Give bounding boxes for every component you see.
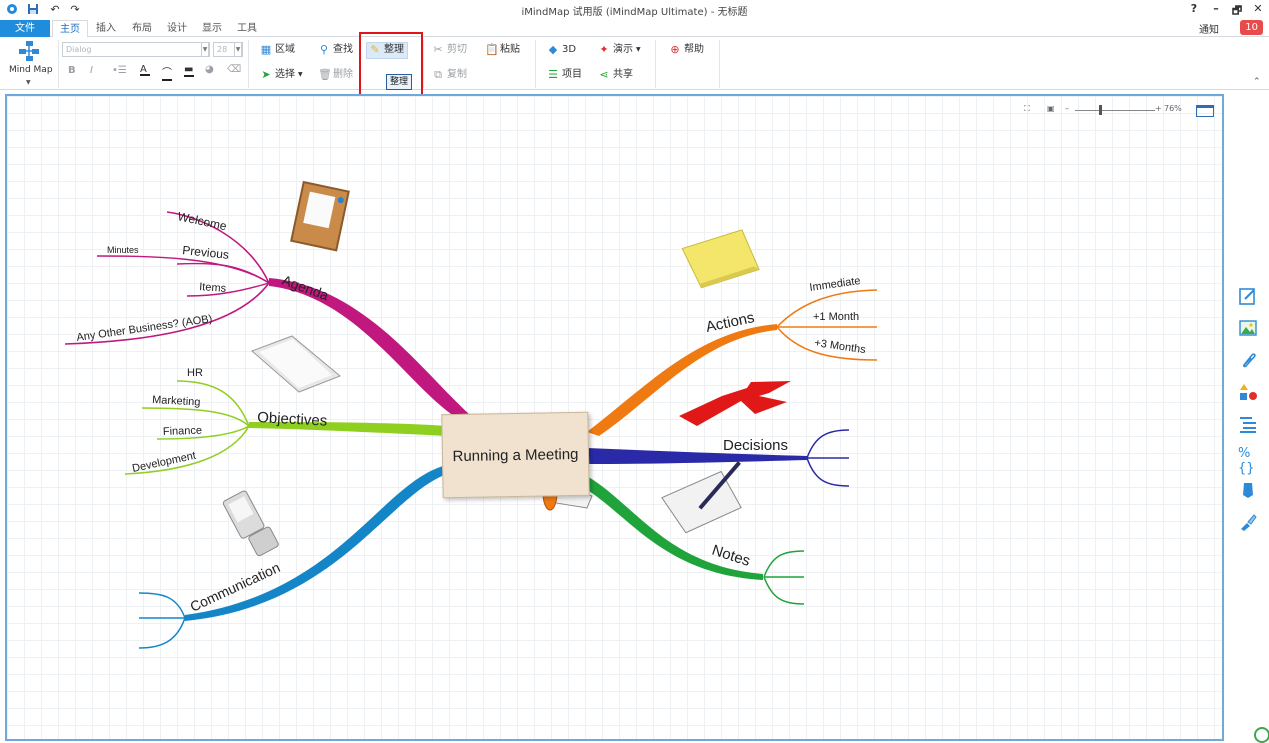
clipboard-icon: 📋	[485, 43, 499, 56]
agenda-item-items[interactable]: Items	[199, 281, 227, 295]
tab-home[interactable]: 主页	[52, 20, 88, 38]
objective-item-marketing[interactable]: Marketing	[152, 394, 201, 409]
agenda-item-welcome[interactable]: Welcome	[176, 209, 228, 233]
sticky-note-image[interactable]	[681, 228, 761, 290]
ribbon-toolbar: Mind Map ▼ Dialog ▼ 28 ▼ B I •☰ A ⌒ ▬ ◕ …	[0, 37, 1269, 90]
cut-button[interactable]: ✂ 剪切	[432, 41, 467, 59]
mindmap-button[interactable]: Mind Map	[9, 61, 53, 79]
formula-icon[interactable]: %{}	[1238, 446, 1258, 476]
tab-design[interactable]: 设计	[163, 20, 191, 37]
outline-list-icon[interactable]	[1238, 414, 1258, 434]
action-item-one-month[interactable]: +1 Month	[813, 311, 859, 323]
notepad-pen-image[interactable]	[658, 461, 753, 536]
objective-item-finance[interactable]: Finance	[163, 425, 203, 438]
find-button[interactable]: ⚲ 查找	[318, 41, 353, 59]
agenda-label[interactable]: Agenda	[280, 272, 331, 304]
central-topic-label: Running a Meeting	[452, 445, 579, 466]
paint-brush-icon[interactable]	[1238, 512, 1258, 532]
window-title: iMindMap 试用版 (iMindMap Ultimate) - 无标题	[521, 7, 748, 18]
tab-layout[interactable]: 布局	[128, 20, 156, 37]
collapse-ribbon-icon[interactable]: ⌃	[1253, 77, 1261, 87]
copy-button[interactable]: ⧉ 复制	[432, 66, 467, 84]
shapes-icon[interactable]	[1238, 382, 1258, 402]
project-icon: ☰	[548, 68, 558, 81]
italic-icon[interactable]: I	[90, 65, 93, 76]
restore-button[interactable]: 🗗	[1229, 2, 1245, 17]
area-button[interactable]: ▦ 区域	[260, 41, 295, 59]
zoom-slider-track[interactable]	[1075, 110, 1155, 111]
align-icon[interactable]: •☰	[112, 65, 127, 76]
font-name-dropdown-icon[interactable]: ▼	[201, 42, 209, 57]
tab-view[interactable]: 显示	[198, 20, 226, 37]
action-item-three-months[interactable]: +3 Months	[814, 337, 867, 356]
help-button[interactable]: ⊕ 帮助	[669, 41, 704, 59]
paste-button[interactable]: 📋 粘贴	[485, 41, 520, 59]
font-name-select[interactable]: Dialog	[62, 42, 210, 57]
edit-note-icon[interactable]	[1238, 286, 1258, 306]
mindmap-dropdown-icon[interactable]: ▼	[26, 79, 31, 86]
tab-tools[interactable]: 工具	[233, 20, 261, 37]
cursor-icon: ➤	[261, 68, 271, 81]
app-window: ↶ ↷ iMindMap 试用版 (iMindMap Ultimate) - 无…	[0, 0, 1269, 743]
scissors-icon: ✂	[433, 43, 443, 56]
bold-icon[interactable]: B	[68, 65, 76, 76]
title-bar: ↶ ↷ iMindMap 试用版 (iMindMap Ultimate) - 无…	[0, 0, 1269, 20]
fit-screen-icon[interactable]: ⛶	[1024, 104, 1030, 114]
tablet-image[interactable]	[251, 335, 341, 393]
panel-toggle-icon[interactable]	[1196, 105, 1214, 117]
highlight-icon[interactable]: ⌒	[162, 64, 172, 81]
share-icon: ⋖	[599, 68, 609, 81]
central-topic[interactable]: Running a Meeting	[441, 411, 590, 499]
fit-center-icon[interactable]: ▣	[1047, 104, 1055, 113]
present-button[interactable]: ✦ 演示 ▼	[598, 41, 640, 59]
split-arrow-image[interactable]	[679, 381, 791, 426]
objective-item-hr[interactable]: HR	[187, 367, 203, 379]
agenda-item-aob[interactable]: Any Other Business? (AOB)	[76, 313, 213, 344]
mindmap-icon[interactable]	[17, 40, 41, 62]
delete-button[interactable]: 🗑 删除	[318, 66, 353, 84]
presentation-icon: ✦	[599, 43, 609, 56]
close-button[interactable]: ✕	[1250, 2, 1266, 16]
menu-bar: 文件 主页 插入 布局 设计 显示 工具 通知 10	[0, 20, 1269, 38]
notification-badge[interactable]: 10	[1240, 20, 1263, 35]
tab-file[interactable]: 文件	[0, 20, 50, 37]
3d-button[interactable]: ◆ 3D	[547, 41, 576, 59]
image-icon[interactable]	[1238, 318, 1258, 338]
tab-insert[interactable]: 插入	[92, 20, 120, 37]
clear-format-icon[interactable]: ⌫	[227, 64, 241, 75]
mindmap-drawing: Agenda Objectives Communication Actions …	[64, 180, 878, 649]
mobile-phone-image[interactable]	[222, 488, 279, 559]
area-icon: ▦	[260, 43, 272, 56]
zoom-slider-handle[interactable]	[1099, 105, 1102, 115]
notification-label[interactable]: 通知	[1199, 21, 1219, 36]
project-button[interactable]: ☰ 项目	[547, 66, 582, 84]
cube-icon: ◆	[548, 43, 558, 56]
decisions-label[interactable]: Decisions	[723, 437, 788, 454]
actions-branch[interactable]	[587, 324, 777, 436]
trash-icon: 🗑	[318, 68, 332, 81]
select-button[interactable]: ➤ 选择 ▼	[260, 66, 302, 84]
lifebuoy-icon: ⊕	[670, 43, 680, 56]
zoom-level: 76%	[1164, 104, 1182, 113]
text-color-icon[interactable]: A	[140, 64, 150, 76]
tidy-tooltip: 整理	[386, 74, 412, 90]
zoom-out-button[interactable]: –	[1065, 104, 1069, 113]
agenda-item-minutes[interactable]: Minutes	[107, 245, 139, 255]
font-size-dropdown-icon[interactable]: ▼	[234, 42, 242, 57]
help-question-icon[interactable]: ?	[1186, 2, 1202, 16]
copy-icon: ⧉	[434, 68, 442, 81]
attachment-icon[interactable]	[1238, 350, 1258, 370]
search-icon: ⚲	[319, 43, 329, 56]
right-tool-panel: %{}	[1228, 94, 1269, 743]
border-color-icon[interactable]: ▬	[184, 64, 194, 77]
mindmap-canvas[interactable]: Agenda Objectives Communication Actions …	[5, 94, 1224, 741]
share-button[interactable]: ⋖ 共享	[598, 66, 633, 84]
objective-item-development[interactable]: Development	[131, 450, 197, 475]
minimize-button[interactable]: –	[1208, 2, 1224, 16]
status-circle-icon[interactable]	[1254, 727, 1269, 743]
zoom-in-button[interactable]: +	[1155, 104, 1162, 113]
corkboard-image[interactable]	[290, 180, 350, 252]
tag-icon[interactable]	[1238, 480, 1258, 500]
paint-icon[interactable]: ◕	[205, 64, 214, 75]
